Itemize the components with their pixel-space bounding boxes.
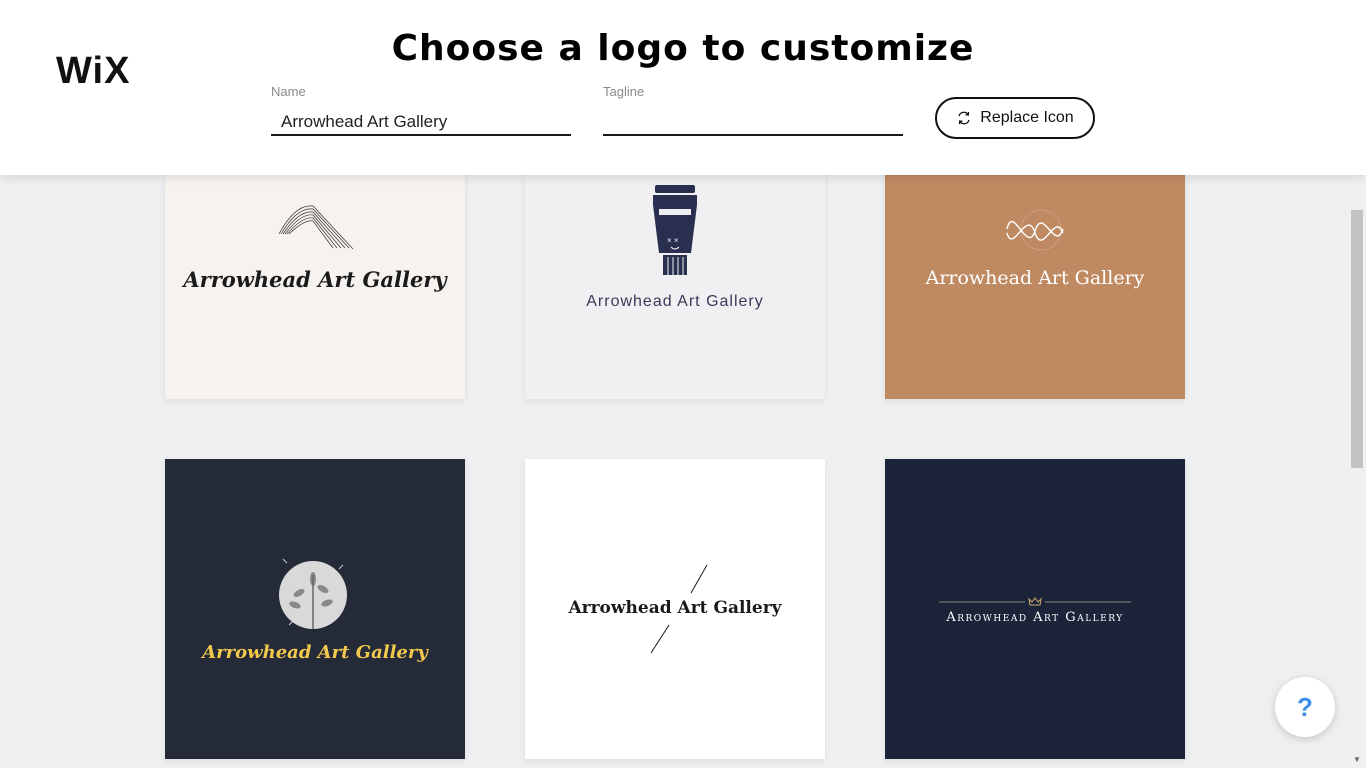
replace-icon-label: Replace Icon [980, 109, 1074, 126]
logo-text: Arrowhead Art Gallery [202, 642, 428, 663]
name-field: Name [271, 84, 571, 136]
name-input[interactable] [271, 110, 571, 136]
crown-icon [939, 597, 1131, 606]
replace-icon-button[interactable]: Replace Icon [935, 97, 1095, 139]
refresh-icon [958, 111, 970, 125]
page-title: Choose a logo to customize [391, 28, 975, 69]
wave-orb-icon [1006, 209, 1064, 251]
paper-fold-icon [278, 205, 354, 250]
logo-text: Arrowhead Art Gallery [586, 293, 764, 310]
top-header: WiX Choose a logo to customize Name Tagl… [0, 0, 1366, 175]
tagline-input[interactable] [603, 110, 903, 136]
tagline-field: Tagline [603, 84, 903, 136]
logo-card[interactable]: Arrowhead Art Gallery [525, 459, 825, 759]
svg-text:× ×: × × [667, 236, 679, 245]
logo-text: Arrowhead Art Gallery [568, 598, 782, 618]
logo-text: Arrowhead Art Gallery [946, 610, 1124, 625]
paint-tube-icon: × × [653, 185, 697, 275]
logo-card[interactable]: Arrowhead Art Gallery [885, 459, 1185, 759]
logo-card[interactable]: Arrowhead Art Gallery [165, 459, 465, 759]
logo-text: Arrowhead Art Gallery [925, 267, 1145, 289]
name-label: Name [271, 84, 306, 99]
scrollbar-thumb[interactable] [1351, 210, 1363, 468]
plant-circle-icon [279, 558, 347, 629]
tagline-label: Tagline [603, 84, 645, 99]
scroll-down-arrow-icon[interactable]: ▼ [1351, 755, 1363, 765]
logo-text: Arrowhead Art Gallery [183, 267, 447, 292]
help-button[interactable]: ? [1275, 677, 1335, 737]
